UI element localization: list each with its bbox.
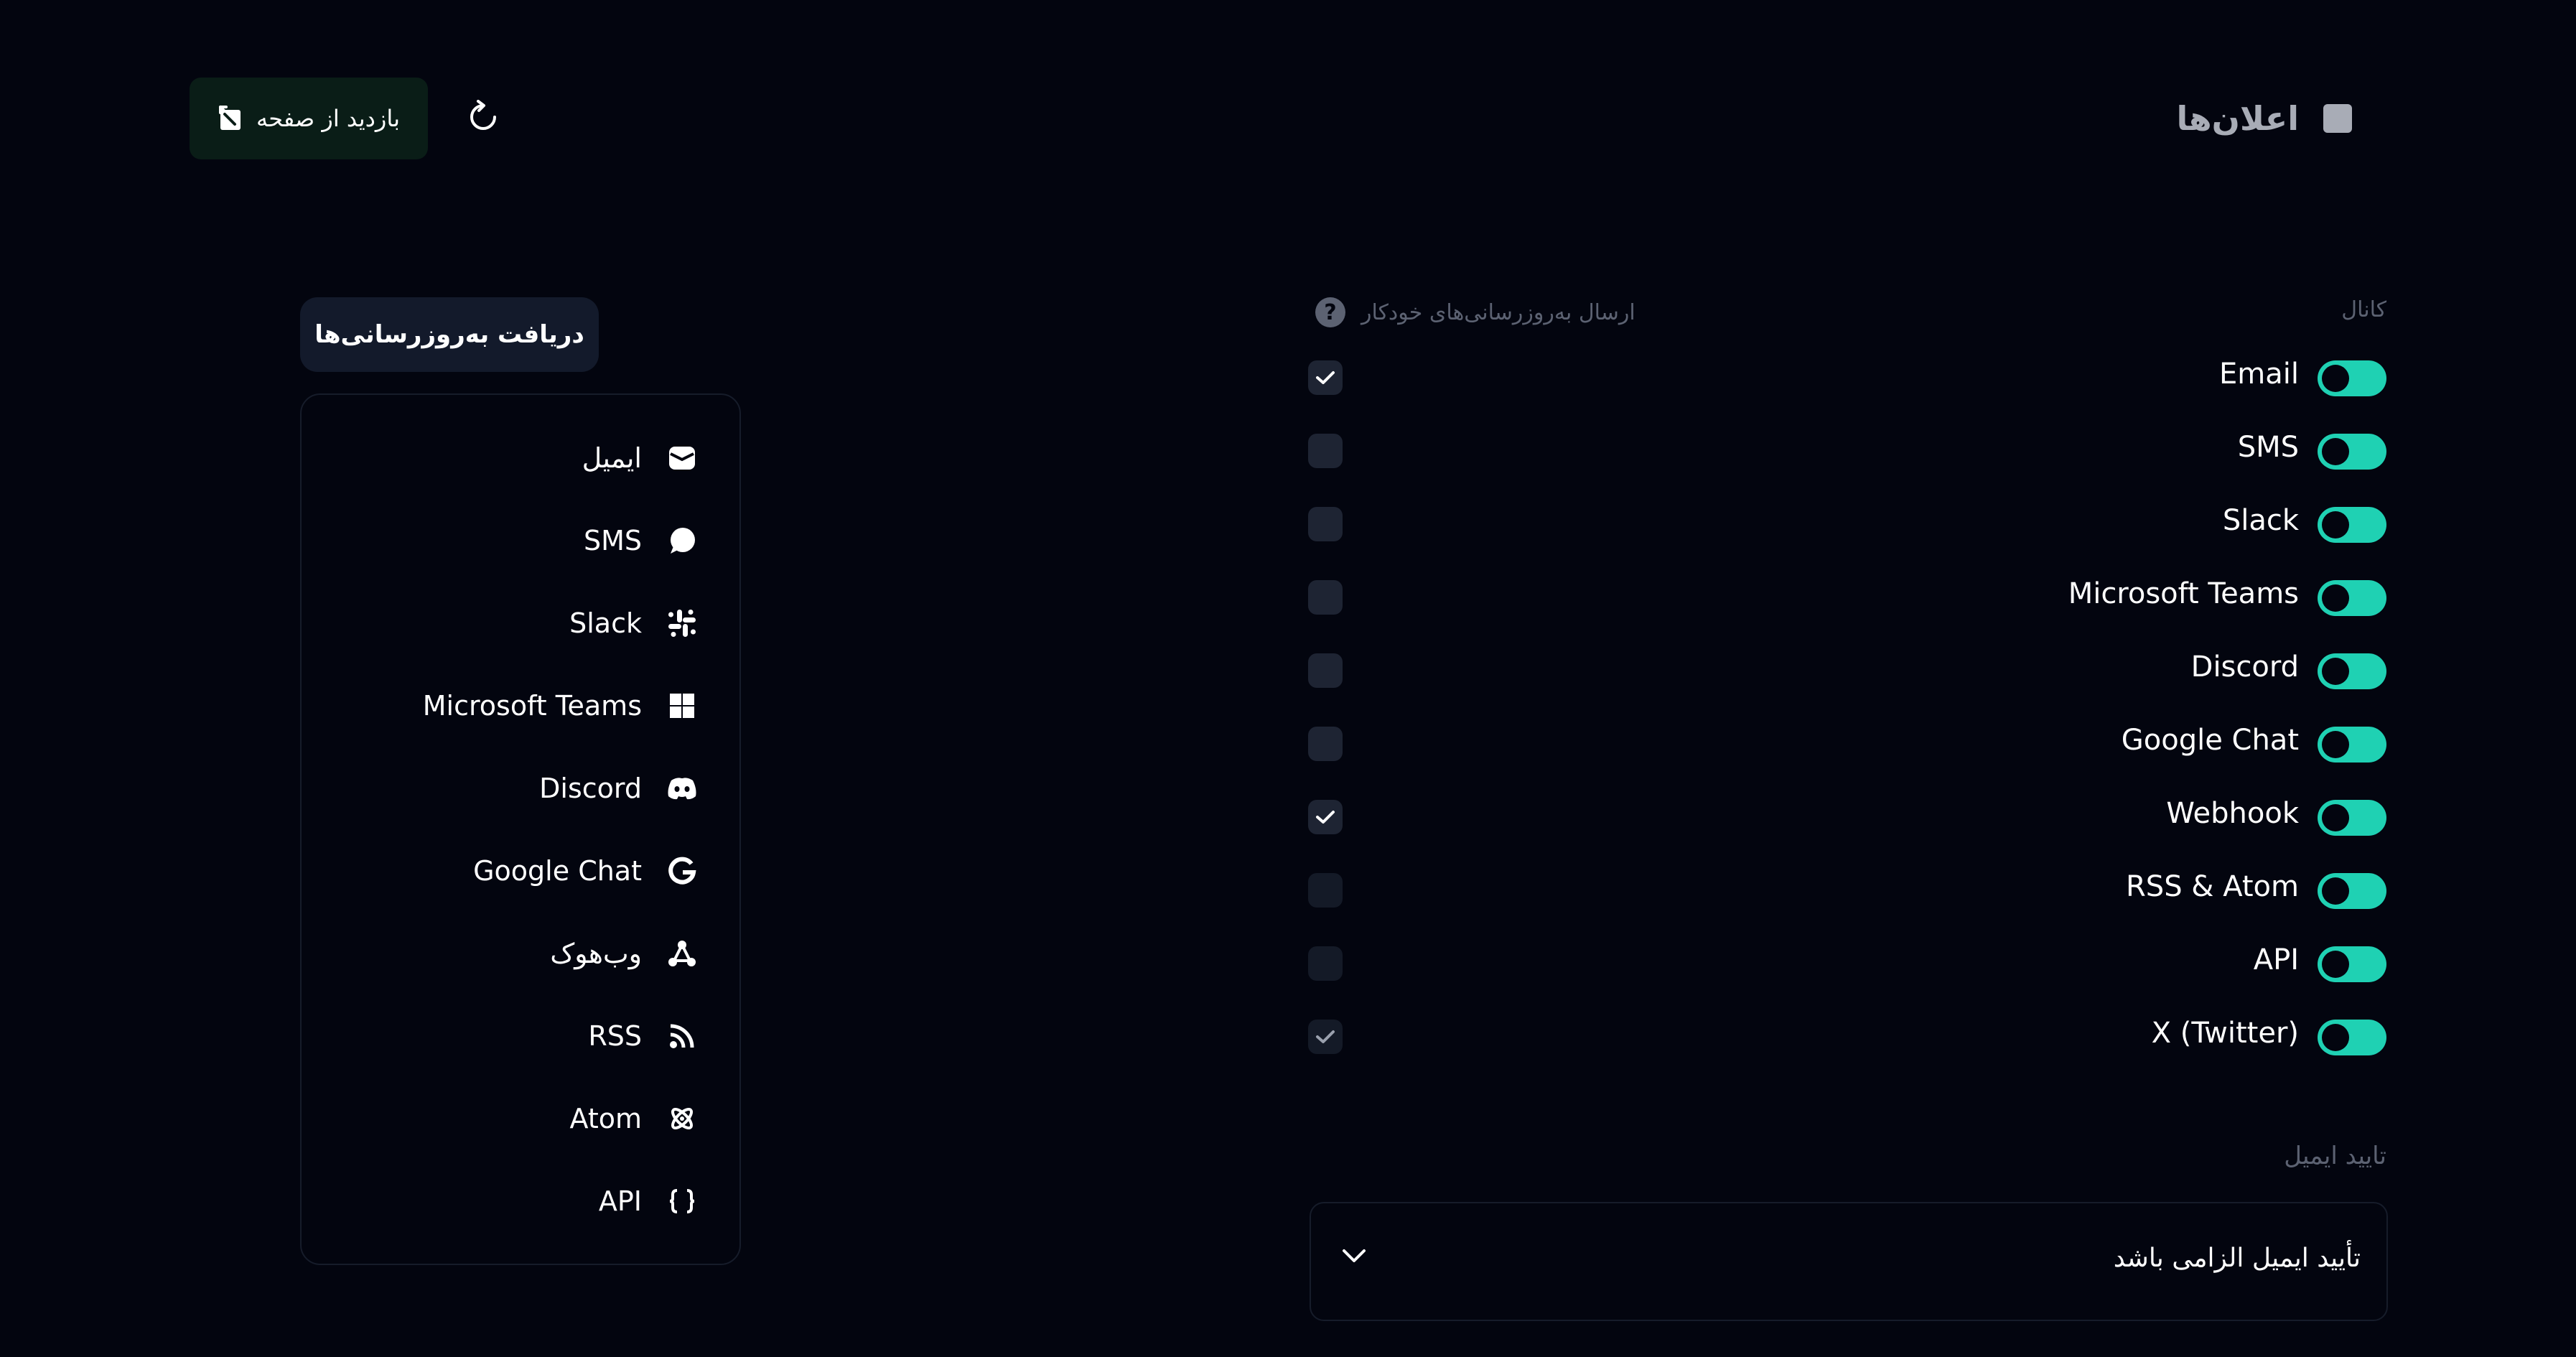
list-item-label: وب‌هوک — [550, 937, 642, 969]
visit-page-button[interactable]: بازدید از صفحه — [190, 78, 428, 159]
atom-icon — [666, 1103, 698, 1134]
rss-icon — [666, 1020, 698, 1052]
windows-icon — [666, 690, 698, 722]
channel-toggle[interactable] — [2318, 434, 2386, 470]
table-row: API — [1308, 926, 2386, 999]
channel-label: RSS & Atom — [2126, 870, 2299, 903]
table-row: Slack — [1308, 487, 2386, 560]
slack-icon — [666, 607, 698, 639]
auto-send-column-header: ? ارسال به‌روزرسانی‌های خودکار — [1315, 297, 1635, 327]
channel-label: SMS — [2237, 431, 2299, 464]
receive-updates-list: ایمیل SMS Slack Microsoft Teams Discord … — [316, 416, 698, 1242]
list-item-webhook[interactable]: وب‌هوک — [316, 912, 698, 994]
auto-send-checkbox[interactable] — [1308, 727, 1343, 761]
channel-settings-list: Email SMS Slack Microsoft Teams Discord … — [1308, 340, 2386, 1073]
list-item-atom[interactable]: Atom — [316, 1077, 698, 1160]
auto-send-checkbox[interactable] — [1308, 1020, 1343, 1054]
receive-updates-title: دریافت به‌روزرسانی‌ها — [300, 297, 599, 372]
list-item-slack[interactable]: Slack — [316, 582, 698, 664]
channel-column-header: کانال — [2341, 297, 2386, 322]
email-verification-select[interactable]: تأیید ایمیل الزامی باشد — [1310, 1202, 2388, 1321]
channel-toggle[interactable] — [2318, 873, 2386, 909]
channel-toggle[interactable] — [2318, 360, 2386, 396]
channel-label: Google Chat — [2121, 724, 2299, 757]
channel-label: X (Twitter) — [2151, 1017, 2299, 1050]
refresh-button[interactable] — [467, 99, 500, 139]
list-item-label: Slack — [569, 607, 642, 639]
list-item-label: SMS — [583, 524, 642, 556]
auto-send-checkbox[interactable] — [1308, 580, 1343, 615]
table-row: RSS & Atom — [1308, 853, 2386, 926]
table-row: Discord — [1308, 633, 2386, 707]
list-item-label: RSS — [588, 1020, 642, 1052]
channel-label: Webhook — [2166, 797, 2299, 830]
list-item-label: Google Chat — [473, 854, 642, 887]
list-item-label: Microsoft Teams — [422, 689, 642, 722]
table-row: Email — [1308, 340, 2386, 414]
channel-toggle[interactable] — [2318, 507, 2386, 543]
channel-toggle[interactable] — [2318, 727, 2386, 763]
email-verification-value: تأیید ایمیل الزامی باشد — [2113, 1244, 2361, 1273]
list-item-sms[interactable]: SMS — [316, 499, 698, 582]
channel-toggle[interactable] — [2318, 800, 2386, 836]
list-item-rss[interactable]: RSS — [316, 994, 698, 1077]
list-item-label: API — [598, 1185, 642, 1217]
channel-toggle[interactable] — [2318, 946, 2386, 982]
page-title: اعلان‌ها — [2176, 99, 2299, 138]
auto-send-checkbox[interactable] — [1308, 946, 1343, 981]
braces-icon — [666, 1185, 698, 1217]
channel-label: Email — [2219, 358, 2299, 391]
channel-toggle[interactable] — [2318, 1020, 2386, 1055]
chevron-down-icon — [1341, 1248, 1367, 1267]
external-link-icon — [218, 104, 246, 133]
refresh-icon — [467, 100, 500, 139]
channel-label: API — [2253, 943, 2299, 976]
channel-label: Microsoft Teams — [2068, 577, 2299, 610]
email-icon — [666, 442, 698, 474]
help-icon[interactable]: ? — [1315, 297, 1345, 327]
list-item-microsoft-teams[interactable]: Microsoft Teams — [316, 664, 698, 747]
notifications-page: اعلان‌ها بازدید از صفحه دریافت به‌روزرسا… — [0, 0, 2576, 1357]
google-icon — [666, 855, 698, 887]
list-item-api[interactable]: API — [316, 1160, 698, 1242]
list-item-email[interactable]: ایمیل — [316, 416, 698, 499]
auto-send-header-text: ارسال به‌روزرسانی‌های خودکار — [1361, 299, 1635, 325]
webhook-icon — [666, 938, 698, 969]
square-icon — [2323, 104, 2352, 133]
table-row: SMS — [1308, 414, 2386, 487]
receive-updates-card: ایمیل SMS Slack Microsoft Teams Discord … — [300, 393, 741, 1265]
channel-label: Discord — [2190, 650, 2299, 684]
list-item-label: ایمیل — [582, 442, 642, 474]
list-item-google-chat[interactable]: Google Chat — [316, 829, 698, 912]
auto-send-checkbox[interactable] — [1308, 434, 1343, 468]
list-item-discord[interactable]: Discord — [316, 747, 698, 829]
table-row: Microsoft Teams — [1308, 560, 2386, 633]
list-item-label: Discord — [539, 772, 642, 804]
email-verification-label: تایید ایمیل — [2284, 1142, 2386, 1170]
table-row: X (Twitter) — [1308, 999, 2386, 1073]
table-row: Google Chat — [1308, 707, 2386, 780]
channel-toggle[interactable] — [2318, 653, 2386, 689]
page-header: اعلان‌ها — [2176, 99, 2352, 138]
auto-send-checkbox[interactable] — [1308, 800, 1343, 834]
visit-page-label: بازدید از صفحه — [256, 105, 400, 132]
chat-bubble-icon — [666, 525, 698, 556]
channel-toggle[interactable] — [2318, 580, 2386, 616]
auto-send-checkbox[interactable] — [1308, 507, 1343, 541]
auto-send-checkbox[interactable] — [1308, 873, 1343, 908]
discord-icon — [666, 773, 698, 804]
auto-send-checkbox[interactable] — [1308, 653, 1343, 688]
list-item-label: Atom — [569, 1102, 643, 1134]
channel-label: Slack — [2222, 504, 2299, 537]
table-row: Webhook — [1308, 780, 2386, 853]
auto-send-checkbox[interactable] — [1308, 360, 1343, 395]
